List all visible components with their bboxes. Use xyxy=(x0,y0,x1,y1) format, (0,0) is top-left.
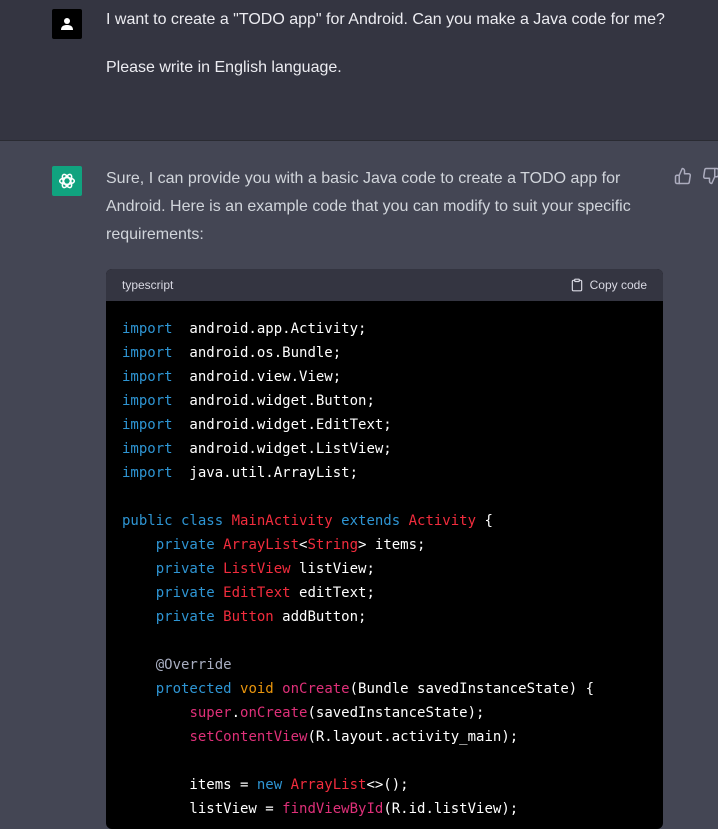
clipboard-icon xyxy=(571,278,582,292)
copy-code-button[interactable]: Copy code xyxy=(570,278,647,292)
code-token: extends xyxy=(332,513,409,529)
code-line: super.onCreate(savedInstanceState); xyxy=(122,701,647,725)
code-token: android.widget.EditText; xyxy=(172,417,392,433)
feedback-buttons xyxy=(674,167,718,185)
user-message-text: I want to create a "TODO app" for Androi… xyxy=(106,8,666,104)
code-token: addButton; xyxy=(273,609,367,625)
code-line: private ListView listView; xyxy=(122,557,647,581)
code-line: private EditText editText; xyxy=(122,581,647,605)
code-line: private ArrayList<String> items; xyxy=(122,533,647,557)
code-token: Button xyxy=(223,609,274,625)
code-token: import xyxy=(122,465,173,481)
code-token: import xyxy=(122,369,173,385)
thumbs-down-icon[interactable] xyxy=(702,167,718,185)
user-avatar xyxy=(52,9,82,39)
user-message-row: I want to create a "TODO app" for Androi… xyxy=(0,0,718,141)
code-token: onCreate xyxy=(240,705,308,721)
code-line: import android.widget.ListView; xyxy=(122,437,647,461)
code-token: private xyxy=(155,537,224,553)
code-line: import android.app.Activity; xyxy=(122,317,647,341)
code-token: private xyxy=(155,609,224,625)
code-token: . xyxy=(231,705,241,721)
openai-logo-icon xyxy=(58,173,76,189)
code-token: Activity xyxy=(408,513,477,529)
code-content: import android.app.Activity; import andro… xyxy=(106,301,663,821)
code-line: private Button addButton; xyxy=(122,605,647,629)
assistant-intro-text: Sure, I can provide you with a basic Jav… xyxy=(106,170,631,243)
code-token: { xyxy=(476,513,493,529)
code-line: items = new ArrayList<>(); xyxy=(122,773,647,797)
copy-code-label: Copy code xyxy=(589,278,647,292)
code-token: ListView xyxy=(223,561,291,577)
code-token: (R.id.listView); xyxy=(383,801,519,817)
code-line: import android.os.Bundle; xyxy=(122,341,647,365)
code-token: import xyxy=(122,417,173,433)
thumbs-up-icon[interactable] xyxy=(674,167,692,185)
code-token: EditText xyxy=(223,585,291,601)
code-token: android.view.View; xyxy=(172,369,342,385)
user-icon xyxy=(61,18,73,30)
code-token: android.widget.ListView; xyxy=(172,441,392,457)
code-line: setContentView(R.layout.activity_main); xyxy=(122,725,647,749)
code-line: import java.util.ArrayList; xyxy=(122,461,647,485)
code-token: new xyxy=(256,777,291,793)
code-token: ArrayList xyxy=(223,537,300,553)
code-token: android.os.Bundle; xyxy=(172,345,342,361)
code-token: MainActivity xyxy=(231,513,333,529)
code-line: protected void onCreate(Bundle savedInst… xyxy=(122,677,647,701)
code-token: java.util.ArrayList; xyxy=(172,465,359,481)
code-token: import xyxy=(122,321,173,337)
code-token: ArrayList xyxy=(290,777,367,793)
code-token: findViewById xyxy=(282,801,384,817)
code-token: import xyxy=(122,441,173,457)
code-line: listView = findViewById(R.id.listView); xyxy=(122,797,647,821)
code-token: (R.layout.activity_main); xyxy=(307,729,519,745)
code-token: android.app.Activity; xyxy=(172,321,367,337)
assistant-avatar xyxy=(52,166,82,196)
code-token: <>(); xyxy=(366,777,409,793)
code-token: String xyxy=(307,537,359,553)
code-language-label: typescript xyxy=(122,278,174,292)
code-token: public class xyxy=(122,513,232,529)
code-token: editText; xyxy=(290,585,375,601)
code-line: @Override xyxy=(122,653,647,677)
code-token: import xyxy=(122,345,173,361)
code-line: import android.widget.EditText; xyxy=(122,413,647,437)
code-line: import android.view.View; xyxy=(122,365,647,389)
code-block: typescript Copy code import android.app.… xyxy=(106,269,663,829)
code-token: private xyxy=(155,585,224,601)
code-token: listView = xyxy=(122,801,283,817)
code-token: listView; xyxy=(290,561,375,577)
code-line: public class MainActivity extends Activi… xyxy=(122,509,647,533)
user-message-paragraph: I want to create a "TODO app" for Androi… xyxy=(106,11,665,28)
code-token: > items; xyxy=(358,537,426,553)
code-token: onCreate xyxy=(282,681,350,697)
code-token: private xyxy=(155,561,224,577)
code-token: items = xyxy=(122,777,257,793)
code-token: super xyxy=(189,705,232,721)
code-token: import xyxy=(122,393,173,409)
assistant-message-row: Sure, I can provide you with a basic Jav… xyxy=(0,141,718,829)
code-line: import android.widget.Button; xyxy=(122,389,647,413)
code-block-header: typescript Copy code xyxy=(106,269,663,301)
code-token: (Bundle savedInstanceState) { xyxy=(349,681,595,697)
code-token: android.widget.Button; xyxy=(172,393,375,409)
code-token: (savedInstanceState); xyxy=(307,705,485,721)
user-message-paragraph: Please write in English language. xyxy=(106,59,342,76)
code-token: void xyxy=(240,681,283,697)
code-token: setContentView xyxy=(189,729,308,745)
code-token: @Override xyxy=(155,657,232,673)
code-token: protected xyxy=(155,681,241,697)
